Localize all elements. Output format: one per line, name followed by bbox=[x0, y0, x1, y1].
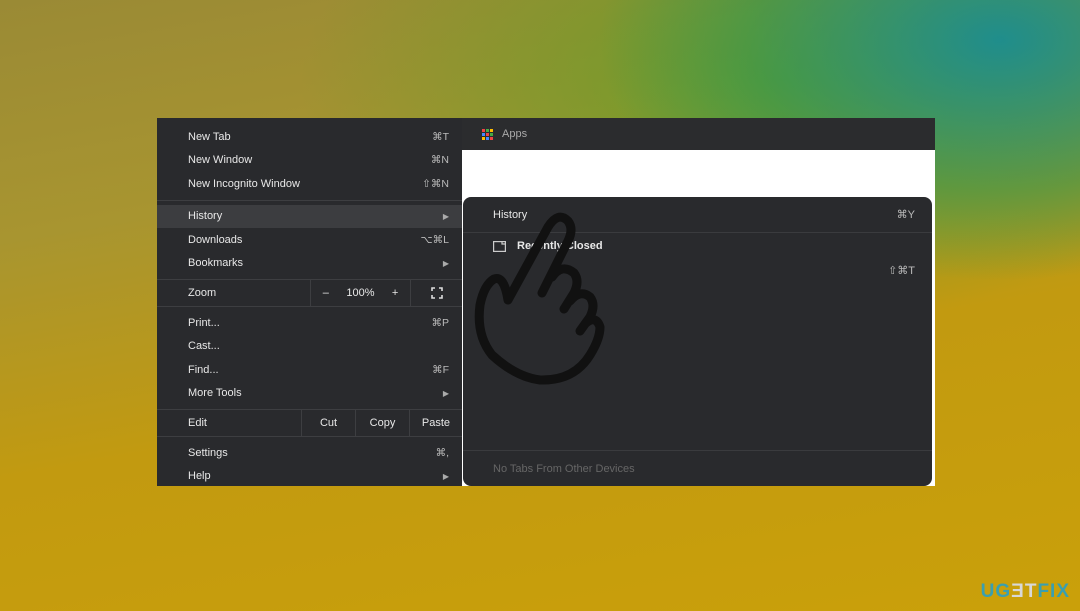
chevron-right-icon: ▶ bbox=[442, 471, 449, 481]
menu-item-find[interactable]: Find... ⌘F bbox=[157, 358, 462, 382]
fullscreen-button[interactable] bbox=[410, 280, 462, 306]
zoom-level: 100% bbox=[346, 287, 375, 299]
zoom-label: Zoom bbox=[188, 287, 217, 299]
other-devices-label: No Tabs From Other Devices bbox=[463, 450, 932, 486]
menu-item-bookmarks[interactable]: Bookmarks ▶ bbox=[157, 252, 462, 276]
menu-item-help[interactable]: Help ▶ bbox=[157, 465, 462, 489]
menu-item-new-tab[interactable]: New Tab ⌘T bbox=[157, 125, 462, 149]
zoom-in-button[interactable]: + bbox=[380, 287, 410, 299]
chrome-main-menu: New Tab ⌘T New Window ⌘N New Incognito Win… bbox=[157, 118, 462, 486]
edit-row: Edit Cut Copy Paste bbox=[157, 410, 462, 436]
label: Copy bbox=[369, 417, 396, 429]
menu-item-history[interactable]: History ▶ bbox=[157, 204, 462, 228]
shortcut: ⇧⌘T bbox=[888, 264, 915, 277]
zoom-row: Zoom – 100% + bbox=[157, 280, 462, 306]
label: New Window bbox=[188, 154, 253, 167]
apps-grid-icon bbox=[482, 128, 493, 140]
shortcut: ⌘T bbox=[432, 130, 449, 143]
divider bbox=[157, 436, 462, 437]
shortcut: ⌘, bbox=[435, 446, 449, 459]
menu-item-downloads[interactable]: Downloads ⌥⌘L bbox=[157, 228, 462, 252]
shortcut: ⌘N bbox=[430, 154, 449, 167]
shortcut: ⌘Y bbox=[896, 209, 915, 221]
menu-item-cast[interactable]: Cast... bbox=[157, 335, 462, 359]
divider bbox=[157, 199, 462, 201]
zoom-out-button[interactable]: – bbox=[311, 287, 341, 299]
label: Cast... bbox=[188, 340, 220, 353]
fullscreen-icon bbox=[430, 287, 443, 299]
watermark-logo: UGƎTFIX bbox=[980, 581, 1070, 602]
cut-button[interactable]: Cut bbox=[301, 410, 355, 436]
paste-button[interactable]: Paste bbox=[409, 410, 462, 436]
label: New Incognito Window bbox=[188, 177, 300, 190]
label: Settings bbox=[188, 446, 228, 459]
edit-label: Edit bbox=[188, 417, 207, 429]
menu-item-new-incognito-window[interactable]: New Incognito Window ⇧⌘N bbox=[157, 172, 462, 196]
menu-item-more-tools[interactable]: More Tools ▶ bbox=[157, 382, 462, 406]
pointing-hand-icon bbox=[474, 212, 605, 385]
copy-button[interactable]: Copy bbox=[355, 410, 409, 436]
label: Downloads bbox=[188, 233, 243, 246]
menu-item-new-window[interactable]: New Window ⌘N bbox=[157, 149, 462, 173]
label: History bbox=[188, 210, 223, 223]
divider bbox=[157, 306, 462, 307]
apps-bookmark[interactable]: Apps bbox=[502, 128, 527, 140]
chevron-right-icon: ▶ bbox=[442, 258, 449, 268]
label: Cut bbox=[319, 417, 338, 429]
label: New Tab bbox=[188, 130, 231, 143]
menu-item-settings[interactable]: Settings ⌘, bbox=[157, 441, 462, 465]
shortcut: ⌥⌘L bbox=[420, 233, 449, 246]
label: More Tools bbox=[188, 387, 242, 400]
menu-item-print[interactable]: Print... ⌘P bbox=[157, 311, 462, 335]
shortcut: ⌘P bbox=[431, 316, 449, 329]
bookmarks-bar: Apps bbox=[462, 118, 935, 150]
label: Bookmarks bbox=[188, 257, 244, 270]
label: Paste bbox=[421, 417, 451, 429]
label: Help bbox=[188, 470, 211, 483]
label: Print... bbox=[188, 316, 220, 329]
chevron-right-icon: ▶ bbox=[442, 211, 449, 221]
shortcut: ⌘F bbox=[432, 363, 449, 376]
chevron-right-icon: ▶ bbox=[442, 388, 449, 398]
label: Find... bbox=[188, 363, 219, 376]
shortcut: ⇧⌘N bbox=[422, 177, 449, 190]
